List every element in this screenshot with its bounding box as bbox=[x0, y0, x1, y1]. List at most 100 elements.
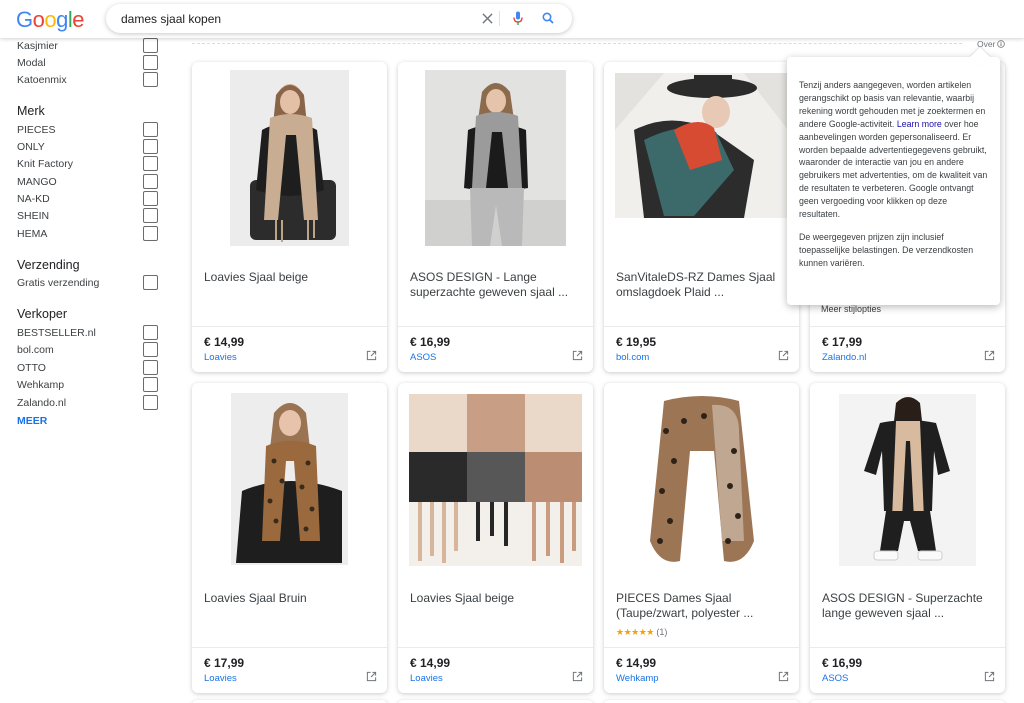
filter-na-kd[interactable]: NA-KD bbox=[17, 191, 158, 208]
product-title[interactable]: SanVitaleDS-RZ Dames Sjaal omslagdoek Pl… bbox=[616, 270, 788, 300]
product-image[interactable] bbox=[192, 391, 387, 567]
model-beige-scarf-image bbox=[230, 70, 349, 246]
card-divider bbox=[604, 647, 799, 648]
checkbox[interactable] bbox=[143, 72, 158, 87]
checkbox[interactable] bbox=[143, 156, 158, 171]
product-title[interactable]: Loavies Sjaal Bruin bbox=[204, 591, 376, 606]
mic-icon[interactable] bbox=[509, 9, 527, 27]
card-divider bbox=[192, 326, 387, 327]
product-title[interactable]: PIECES Dames Sjaal (Taupe/zwart, polyest… bbox=[616, 591, 788, 621]
product-title[interactable]: ASOS DESIGN - Superzachte lange geweven … bbox=[822, 591, 994, 621]
filter-bestseller[interactable]: BESTSELLER.nl bbox=[17, 325, 158, 342]
checkbox[interactable] bbox=[143, 122, 158, 137]
google-logo[interactable]: Google bbox=[16, 7, 85, 33]
product-card[interactable]: Loavies Sjaal beige € 14,99 Loavies bbox=[398, 383, 593, 693]
external-link-icon[interactable] bbox=[572, 671, 583, 682]
filter-bol[interactable]: bol.com bbox=[17, 342, 158, 359]
product-rating[interactable]: ★★★★★ (1) bbox=[616, 627, 667, 638]
product-card[interactable]: PIECES Dames Sjaal (Taupe/zwart, polyest… bbox=[604, 383, 799, 693]
checkbox[interactable] bbox=[143, 208, 158, 223]
filter-katoenmix[interactable]: Katoenmix bbox=[17, 72, 158, 89]
external-link-icon[interactable] bbox=[984, 671, 995, 682]
filter-zalando[interactable]: Zalando.nl bbox=[17, 395, 158, 412]
seller-link[interactable]: Loavies bbox=[204, 673, 237, 684]
card-divider bbox=[398, 326, 593, 327]
filter-gratis-verzending[interactable]: Gratis verzending bbox=[17, 275, 158, 292]
verzending-title: Verzending bbox=[17, 258, 80, 272]
learn-more-link[interactable]: Learn more bbox=[897, 119, 942, 129]
filter-label: OTTO bbox=[17, 362, 46, 374]
card-divider bbox=[398, 647, 593, 648]
tooltip-paragraph: De weergegeven prijzen zijn inclusief to… bbox=[799, 231, 974, 268]
product-card[interactable]: Loavies Sjaal beige € 14,99 Loavies bbox=[192, 62, 387, 372]
filter-modal[interactable]: Modal bbox=[17, 55, 158, 72]
product-price: € 16,99 bbox=[822, 656, 863, 670]
filter-otto[interactable]: OTTO bbox=[17, 360, 158, 377]
filter-shein[interactable]: SHEIN bbox=[17, 208, 158, 225]
seller-link[interactable]: Zalando.nl bbox=[822, 352, 866, 363]
external-link-icon[interactable] bbox=[366, 671, 377, 682]
model-red-green-scarf-image bbox=[615, 73, 788, 218]
product-card[interactable]: ASOS DESIGN - Lange superzachte geweven … bbox=[398, 62, 593, 372]
seller-link[interactable]: Loavies bbox=[410, 673, 443, 684]
checkbox[interactable] bbox=[143, 191, 158, 206]
product-image[interactable] bbox=[398, 391, 593, 567]
checkbox[interactable] bbox=[143, 395, 158, 410]
more-styles-label[interactable]: Meer stijlopties bbox=[821, 304, 881, 314]
checkbox[interactable] bbox=[143, 360, 158, 375]
product-price: € 14,99 bbox=[616, 656, 657, 670]
product-image[interactable] bbox=[192, 70, 387, 246]
external-link-icon[interactable] bbox=[778, 671, 789, 682]
product-card[interactable]: Loavies Sjaal Bruin € 17,99 Loavies bbox=[192, 383, 387, 693]
external-link-icon[interactable] bbox=[778, 350, 789, 361]
filter-hema[interactable]: HEMA bbox=[17, 226, 158, 243]
top-bar: Google dames sjaal kopen bbox=[0, 0, 1024, 38]
checkbox[interactable] bbox=[143, 226, 158, 241]
model-grey-scarf-image bbox=[425, 70, 566, 246]
filter-wehkamp[interactable]: Wehkamp bbox=[17, 377, 158, 394]
external-link-icon[interactable] bbox=[984, 350, 995, 361]
checkbox[interactable] bbox=[143, 174, 158, 189]
close-icon[interactable] bbox=[478, 9, 496, 27]
seller-link[interactable]: Loavies bbox=[204, 352, 237, 363]
logo-letter: e bbox=[72, 7, 85, 32]
product-image[interactable] bbox=[604, 391, 799, 567]
seller-link[interactable]: Wehkamp bbox=[616, 673, 659, 684]
checkbox[interactable] bbox=[143, 275, 158, 290]
product-card[interactable]: SanVitaleDS-RZ Dames Sjaal omslagdoek Pl… bbox=[604, 62, 799, 372]
tooltip-paragraph: Tenzij anders aangegeven, worden artikel… bbox=[799, 79, 988, 221]
checkbox[interactable] bbox=[143, 342, 158, 357]
seller-link[interactable]: bol.com bbox=[616, 352, 649, 363]
filter-mango[interactable]: MANGO bbox=[17, 174, 158, 191]
product-image[interactable] bbox=[810, 391, 1005, 567]
search-box[interactable]: dames sjaal kopen bbox=[106, 4, 572, 33]
product-title[interactable]: ASOS DESIGN - Lange superzachte geweven … bbox=[410, 270, 582, 300]
product-title[interactable]: Loavies Sjaal beige bbox=[204, 270, 376, 285]
filter-only[interactable]: ONLY bbox=[17, 139, 158, 156]
search-icon[interactable] bbox=[539, 9, 557, 27]
seller-link[interactable]: ASOS bbox=[410, 352, 436, 363]
product-price: € 17,99 bbox=[822, 335, 863, 349]
results-divider bbox=[192, 43, 962, 44]
product-image[interactable] bbox=[398, 70, 593, 246]
filter-label: ONLY bbox=[17, 141, 45, 153]
external-link-icon[interactable] bbox=[366, 350, 377, 361]
filter-knit-factory[interactable]: Knit Factory bbox=[17, 156, 158, 173]
checkbox[interactable] bbox=[143, 55, 158, 70]
checkbox[interactable] bbox=[143, 139, 158, 154]
checkbox[interactable] bbox=[143, 377, 158, 392]
filter-kasjmier[interactable]: Kasjmier bbox=[17, 38, 158, 55]
filter-sidebar: Kasjmier Modal Katoenmix Merk PIECES ONL… bbox=[0, 38, 175, 703]
product-image[interactable] bbox=[604, 70, 799, 246]
checkbox[interactable] bbox=[143, 325, 158, 340]
search-input[interactable]: dames sjaal kopen bbox=[121, 12, 221, 26]
filter-pieces[interactable]: PIECES bbox=[17, 122, 158, 139]
card-divider bbox=[810, 326, 1005, 327]
product-title[interactable]: Loavies Sjaal beige bbox=[410, 591, 582, 606]
external-link-icon[interactable] bbox=[572, 350, 583, 361]
more-filters-link[interactable]: MEER bbox=[17, 415, 47, 427]
seller-link[interactable]: ASOS bbox=[822, 673, 848, 684]
product-card[interactable]: ASOS DESIGN - Superzachte lange geweven … bbox=[810, 383, 1005, 693]
checkbox[interactable] bbox=[143, 38, 158, 53]
checked-scarf-closeup-image bbox=[409, 394, 582, 566]
